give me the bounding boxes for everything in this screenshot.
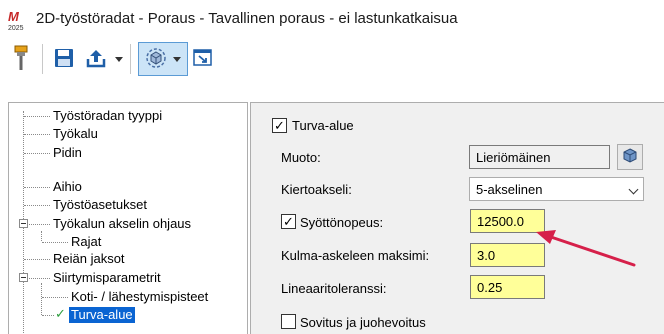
svg-text:M: M: [8, 9, 20, 24]
tree-item-tool-axis-control[interactable]: Työkalun akselin ohjaus: [53, 216, 191, 232]
maximize-button[interactable]: [190, 42, 216, 76]
tool-holder-button[interactable]: [8, 42, 34, 76]
checkmark-icon: ✓: [274, 118, 285, 133]
safe-area-checkbox[interactable]: ✓: [272, 118, 287, 133]
feedrate-input[interactable]: 12500.0: [470, 209, 545, 233]
toolbar: [0, 38, 664, 88]
safe-area-label: Turva-alue: [292, 118, 354, 133]
rotation-axis-select[interactable]: 5-akselinen: [469, 177, 644, 201]
maximize-icon: [192, 47, 214, 72]
fit-smooth-checkbox[interactable]: [281, 314, 296, 329]
export-button[interactable]: [82, 42, 110, 76]
checkmark-icon: ✓: [283, 214, 294, 229]
linear-tolerance-input[interactable]: 0.25: [470, 275, 545, 299]
save-icon: [53, 47, 75, 72]
cylinder-shape-icon: [621, 147, 639, 168]
tree-item-holder[interactable]: Pidin: [53, 145, 82, 161]
export-icon: [85, 47, 107, 72]
chevron-down-icon: [628, 184, 639, 195]
check-icon: ✓: [55, 306, 66, 321]
tree-item-home-approach-points[interactable]: Koti- / lähestymispisteet: [71, 289, 208, 305]
tree-item-safe-area[interactable]: Turva-alue: [69, 307, 135, 323]
tree-item-tool[interactable]: Työkalu: [53, 126, 98, 142]
rotation-axis-label: Kiertoakseli:: [281, 182, 352, 197]
rotation-axis-value: 5-akselinen: [476, 182, 543, 197]
save-button[interactable]: [50, 42, 78, 76]
title-bar: M 2025 2D-työstöradat - Poraus - Tavalli…: [0, 0, 664, 38]
view-cube-icon: [145, 47, 167, 72]
settings-tree: Työstöradan tyyppi Työkalu Pidin Aihio T…: [8, 102, 248, 334]
feedrate-checkbox[interactable]: ✓: [281, 214, 296, 229]
tree-item-stock[interactable]: Aihio: [53, 179, 82, 195]
svg-text:2025: 2025: [8, 25, 24, 32]
max-angle-step-input[interactable]: 3.0: [470, 243, 545, 267]
tool-holder-icon: [12, 44, 30, 75]
feedrate-label: Syöttönopeus:: [300, 215, 384, 230]
export-dropdown-button[interactable]: [112, 42, 126, 76]
collapse-icon[interactable]: [19, 273, 28, 282]
app-logo-icon: M 2025: [7, 8, 29, 32]
shape-field: Lieriömäinen: [469, 145, 610, 169]
chevron-down-icon: [173, 56, 181, 62]
chevron-down-icon: [115, 56, 123, 62]
shape-label: Muoto:: [281, 150, 321, 165]
tree-item-toolpath-type[interactable]: Työstöradan tyyppi: [53, 108, 162, 124]
shape-picker-button[interactable]: [617, 144, 643, 170]
tree-item-hole-cycles[interactable]: Reiän jaksot: [53, 251, 125, 267]
tree-item-linking-parameters[interactable]: Siirtymisparametrit: [53, 270, 161, 286]
window-title: 2D-työstöradat - Poraus - Tavallinen por…: [36, 10, 458, 27]
safe-area-form: ✓ Turva-alue Muoto: Lieriömäinen Kiertoa…: [250, 102, 664, 334]
tree-item-limits[interactable]: Rajat: [71, 234, 101, 250]
collapse-icon[interactable]: [19, 219, 28, 228]
view-cube-button[interactable]: [138, 42, 188, 76]
linear-tolerance-label: Lineaaritoleranssi:: [281, 281, 387, 296]
fit-smooth-label: Sovitus ja juohevoitus: [300, 315, 426, 330]
max-angle-step-label: Kulma-askeleen maksimi:: [281, 248, 430, 263]
tree-item-machining-settings[interactable]: Työstöasetukset: [53, 197, 147, 213]
